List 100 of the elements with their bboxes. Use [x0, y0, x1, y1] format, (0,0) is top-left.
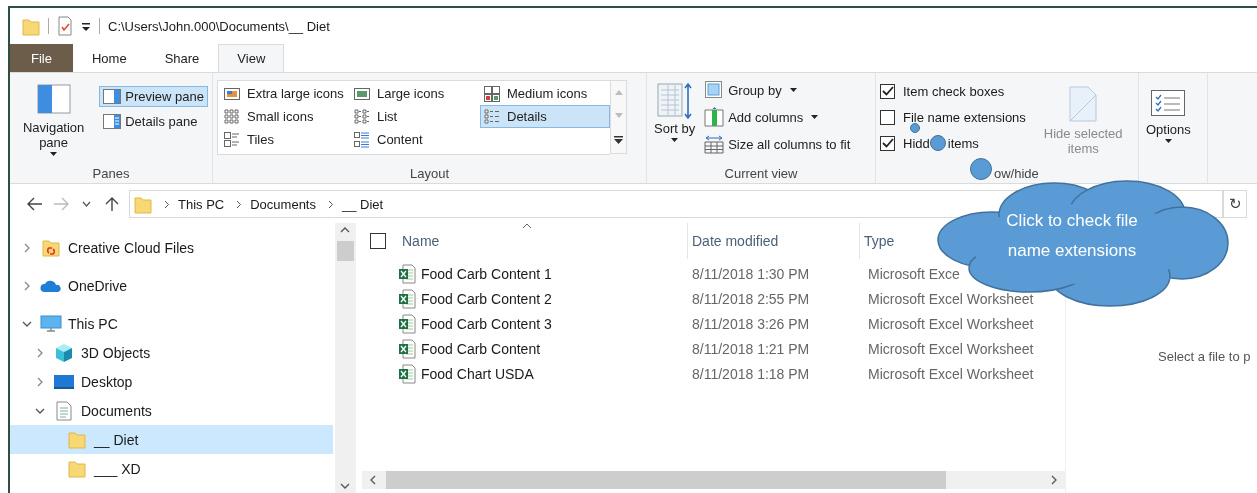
desktop-icon — [53, 373, 75, 390]
spreadsheet-icon — [398, 288, 416, 309]
tree-item[interactable]: __ Diet — [10, 425, 333, 454]
folder-icon — [66, 459, 88, 478]
sort-ascending-icon — [522, 223, 532, 229]
spreadsheet-icon — [398, 338, 416, 359]
column-header[interactable]: Type — [864, 223, 895, 259]
checkbox-label: Item check boxes — [903, 83, 1005, 99]
layout-option[interactable]: Tiles — [220, 128, 350, 151]
date-cell-text: 8/11/2018 1:18 PM — [691, 365, 811, 382]
options-icon — [1151, 90, 1186, 116]
dropdown-icon — [789, 88, 797, 92]
column-header[interactable]: Name — [398, 223, 688, 259]
breadcrumb[interactable]: __ Diet — [342, 196, 384, 212]
layout-option[interactable]: Extra large icons — [220, 82, 350, 105]
expand-gallery-icon — [614, 136, 623, 144]
tree-item[interactable]: Desktop — [10, 367, 333, 396]
checkbox[interactable] — [880, 109, 895, 125]
view-command[interactable]: Group by — [704, 77, 851, 103]
layout-option[interactable]: List — [350, 105, 480, 128]
details-pane-icon — [103, 114, 122, 129]
date-cell-text: 8/11/2018 1:30 PM — [691, 265, 811, 282]
breadcrumb[interactable]: Documents — [250, 196, 316, 212]
pane-button[interactable]: Preview pane — [99, 86, 208, 107]
scroll-up-icon — [614, 90, 623, 95]
customize-icon — [81, 20, 91, 32]
navigation-pane-icon — [36, 84, 71, 114]
tree-item[interactable]: Documents — [10, 396, 333, 425]
layout-option[interactable]: Large icons — [350, 82, 480, 105]
layout-option[interactable]: Small icons — [220, 105, 350, 128]
options-button[interactable]: Options — [1143, 77, 1194, 163]
layout-option[interactable]: Details — [480, 105, 610, 128]
tree-item[interactable]: ___ XD — [10, 454, 333, 483]
chevron-icon — [164, 199, 170, 209]
checkbox-label: Hidd — [903, 135, 930, 151]
view-command[interactable]: Add columns — [704, 104, 851, 130]
dropdown-icon — [1164, 139, 1172, 143]
ribbon-tab[interactable]: View — [218, 44, 285, 72]
file-name[interactable]: Food Carb Content 3 — [421, 315, 552, 332]
pane-button[interactable]: Details pane — [99, 111, 208, 132]
file-name[interactable]: Food Carb Content 1 — [421, 265, 552, 282]
view-command[interactable]: Size all columns to fit — [704, 131, 851, 157]
group-label: Panes — [92, 165, 130, 181]
file-name[interactable]: Food Carb Content — [421, 340, 541, 357]
scrollbar-thumb[interactable] — [386, 471, 946, 489]
layout-option[interactable]: Medium icons — [480, 82, 610, 105]
type-cell-text: Microsoft Excel Worksheet — [867, 340, 1035, 357]
sort-by-button[interactable]: Sort by — [651, 77, 699, 163]
details-view-icon — [484, 108, 500, 125]
file-name[interactable]: Food Chart USDA — [421, 365, 534, 382]
chevron-icon — [328, 199, 334, 209]
preview-message: Select a file to p — [1158, 349, 1251, 364]
layout-option[interactable]: Content — [350, 128, 480, 151]
group-label: Current view — [724, 165, 798, 181]
add-columns-icon — [704, 107, 725, 127]
thought-bubble-circle — [929, 135, 946, 151]
date-cell-text: 8/11/2018 2:55 PM — [691, 290, 811, 307]
properties-icon — [57, 16, 73, 36]
refresh-button[interactable]: ↻ — [1223, 190, 1247, 218]
spreadsheet-icon — [398, 263, 416, 284]
computer-icon — [40, 314, 62, 333]
tree-item[interactable]: 3D Objects — [10, 338, 333, 367]
spreadsheet-icon — [398, 313, 416, 334]
column-header[interactable]: Date modified — [688, 223, 860, 259]
preview-pane-icon — [103, 89, 122, 104]
spreadsheet-icon — [398, 363, 416, 384]
scroll-down-icon — [614, 113, 623, 118]
dropdown-icon — [50, 152, 58, 156]
folder-icon — [134, 194, 152, 214]
tree-item[interactable]: OneDrive — [10, 271, 333, 300]
group-label: Layout — [409, 165, 449, 181]
file-menu-tab[interactable]: File — [10, 44, 73, 72]
select-all-checkbox[interactable] — [370, 233, 386, 249]
chevron-icon — [236, 199, 243, 209]
ribbon-tab[interactable]: Home — [72, 44, 146, 72]
thought-bubble-circle — [970, 158, 992, 180]
medium-icons-icon — [484, 85, 500, 102]
navigation-pane-button[interactable]: Navigation pane — [14, 77, 94, 163]
file-name[interactable]: Food Carb Content 2 — [421, 290, 552, 307]
checkbox-label: items — [947, 135, 979, 151]
tree-item[interactable]: This PC — [10, 309, 333, 338]
checkbox[interactable] — [880, 135, 895, 151]
group-label: ow/hide — [994, 165, 1039, 181]
scrollbar-thumb[interactable] — [336, 241, 354, 261]
folder-icon — [22, 16, 40, 36]
group-by-icon — [704, 80, 725, 100]
scroll-up-icon — [340, 227, 350, 233]
type-cell-text: Microsoft Excel Worksheet — [867, 315, 1035, 332]
breadcrumb[interactable]: This PC — [178, 196, 225, 212]
scroll-right-icon — [1051, 475, 1057, 485]
tiles-view-icon — [224, 131, 240, 148]
ribbon-tab[interactable]: Share — [145, 44, 219, 72]
list-view-icon — [354, 108, 370, 125]
tree-item[interactable]: Creative Cloud Files — [10, 233, 333, 262]
folder-icon — [66, 430, 88, 449]
checkbox[interactable] — [880, 83, 895, 99]
window-title: C:\Users\John.000\Documents\__ Diet — [108, 18, 330, 34]
horizontal-scrollbar[interactable] — [362, 471, 1065, 489]
vertical-scrollbar[interactable] — [335, 223, 355, 493]
type-cell-text: Microsoft Excel Worksheet — [867, 365, 1035, 382]
